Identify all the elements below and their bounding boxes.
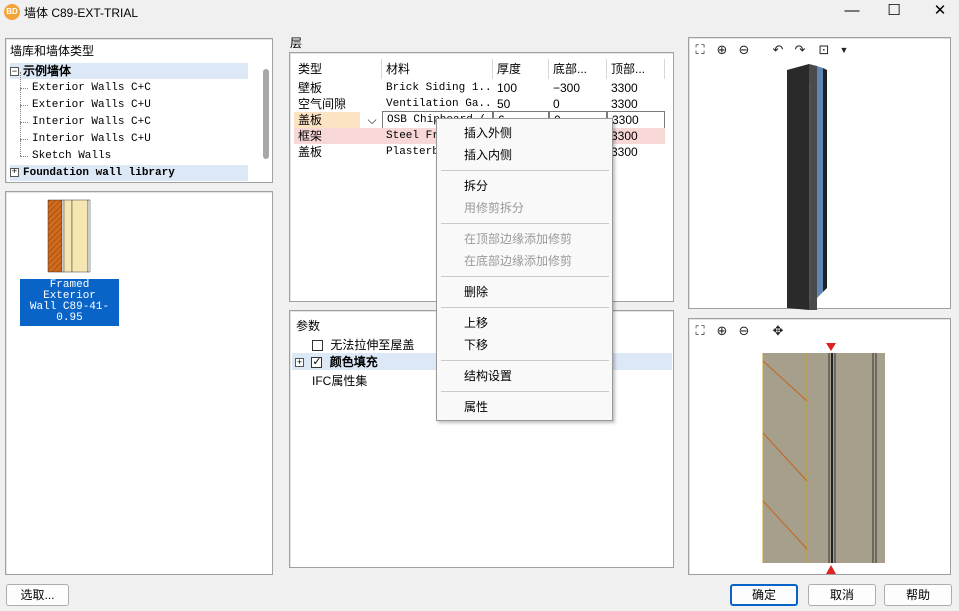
help-button[interactable]: 帮助 [884,584,952,606]
menu-separator [441,391,609,392]
column-header-top[interactable]: 顶部... [607,59,665,79]
param-row-no-extend[interactable]: 无法拉伸至屋盖 [312,336,414,353]
tree-item[interactable]: Exterior Walls C+U [20,89,151,113]
layer-top-cell[interactable]: 3300 [607,128,665,144]
maximize-button[interactable]: ☐ [874,0,914,24]
layer-top-editor[interactable]: 3300 [607,111,665,129]
wall-thumbnail-image[interactable] [46,198,92,274]
menu-insert-inside[interactable]: 插入内侧 [437,145,612,165]
zoom-extents-icon[interactable]: ⛶ [691,323,709,339]
layer-bottom-cell[interactable]: 0 [549,96,607,112]
dropdown-arrow-icon[interactable]: ▼ [835,42,853,58]
tree-scrollbar[interactable] [263,69,269,159]
tree-item[interactable]: Interior Walls C+C [20,106,151,130]
thumbnail-caption[interactable]: Framed Exterior Wall C89-41-0.95 [20,279,119,326]
layer-material-cell[interactable]: Ventilation Ga... [382,96,493,112]
column-header-thickness[interactable]: 厚度 [493,59,549,79]
layer-type-cell[interactable]: 空气间隙 [294,96,382,112]
wall-3d-preview[interactable]: ⛶ ⊕ ⊖ ↶ ↷ ⊡ ▼ [688,37,951,310]
menu-insert-outside[interactable]: 插入外侧 [437,123,612,143]
menu-separator [441,170,609,171]
zoom-in-icon[interactable]: ⊕ [713,323,731,339]
caption-line: Wall C89-41-0.95 [29,301,110,324]
column-header-bottom[interactable]: 底部... [549,59,607,79]
menu-structure-settings[interactable]: 结构设置 [437,366,612,386]
layer-thickness-cell[interactable]: 50 [493,96,549,112]
menu-properties[interactable]: 属性 [437,397,612,417]
param-label: 无法拉伸至屋盖 [330,338,415,352]
wall-library-tree[interactable]: 墙库和墙体类型 − 示例墙体 Exterior Walls C+C Exterio… [5,38,273,183]
expand-icon[interactable]: + [295,358,304,368]
tree-group-label: 示例墙体 [23,64,72,78]
zoom-in-icon[interactable]: ⊕ [713,42,731,58]
param-row-ifc[interactable]: IFC属性集 [312,372,367,389]
close-button[interactable]: ✕ [920,0,959,24]
ok-button[interactable]: 确定 [730,584,798,606]
menu-add-trim-bottom: 在底部边缘添加修剪 [464,254,573,268]
menu-move-up[interactable]: 上移 [437,313,612,333]
layer-type-cell[interactable]: 框架 [294,128,382,144]
menu-separator [441,360,609,361]
tree-group-sample-walls[interactable]: − 示例墙体 [10,63,248,79]
layer-context-menu[interactable]: 插入外侧 插入内侧 拆分 用修剪拆分 在顶部边缘添加修剪 在底部边缘添加修剪 删… [436,118,613,421]
tree-group-label: Foundation wall library [23,167,175,179]
layer-top-cell[interactable]: 3300 [607,80,665,96]
layers-label: 层 [290,36,303,50]
layer-type-cell[interactable]: 盖板 [294,112,360,128]
rotate-left-icon[interactable]: ↶ [769,42,787,58]
minimize-button[interactable]: — [832,0,872,24]
window-title: 墙体 C89-EXT-TRIAL [24,6,139,20]
layer-type-cell[interactable]: 盖板 [294,144,382,160]
tree-group-foundation[interactable]: + Foundation wall library [10,165,248,181]
tree-item[interactable]: Sketch Walls [20,140,111,164]
menu-separator [441,307,609,308]
menu-move-down[interactable]: 下移 [437,335,612,355]
caption-line: Framed Exterior [43,279,96,302]
wall-3d-model [787,64,827,310]
checkbox-checked[interactable] [311,355,323,369]
select-button[interactable]: 选取... [6,584,69,606]
wall-thumbnail-panel[interactable]: Framed Exterior Wall C89-41-0.95 [5,191,273,575]
menu-separator [441,223,609,224]
title-bar: BD 墙体 C89-EXT-TRIAL — ☐ ✕ [0,0,959,24]
wall-section-preview[interactable]: ⛶ ⊕ ⊖ ✥ [688,318,951,575]
expand-icon[interactable]: + [10,167,19,177]
menu-delete[interactable]: 删除 [437,282,612,302]
cancel-button[interactable]: 取消 [808,584,876,606]
view-target-icon[interactable]: ⊡ [815,42,833,58]
layer-top-cell[interactable]: 3300 [607,96,665,112]
menu-add-trim-top: 在顶部边缘添加修剪 [464,232,573,246]
zoom-out-icon[interactable]: ⊖ [735,42,753,58]
params-header: 参数 [296,319,321,333]
layer-material-cell[interactable]: Brick Siding 1... [382,80,493,96]
wall-section-drawing [762,343,885,574]
menu-separator [441,276,609,277]
column-header-material[interactable]: 材料 [382,59,493,79]
layer-bottom-cell[interactable]: −300 [549,80,607,96]
menu-split[interactable]: 拆分 [437,176,612,196]
zoom-out-icon[interactable]: ⊖ [735,323,753,339]
layer-type-cell[interactable]: 壁板 [294,80,382,96]
collapse-icon[interactable]: − [10,67,19,77]
layer-top-cell[interactable]: 3300 [607,144,665,160]
tree-item[interactable]: Exterior Walls C+C [20,72,151,96]
column-header-type[interactable]: 类型 [294,59,382,79]
chevron-down-icon[interactable]: ⌵ [362,112,380,128]
layer-thickness-cell[interactable]: 100 [493,80,549,96]
tree-item[interactable]: Interior Walls C+U [20,123,151,147]
zoom-extents-icon[interactable]: ⛶ [691,42,709,58]
rotate-right-icon[interactable]: ↷ [791,42,809,58]
app-icon: BD [4,4,20,20]
param-label: 颜色填充 [329,355,378,369]
menu-split-with-trim: 用修剪拆分 [464,201,525,215]
tree-header: 墙库和墙体类型 [10,44,95,58]
checkbox[interactable] [312,340,323,352]
pan-icon[interactable]: ✥ [769,323,787,339]
